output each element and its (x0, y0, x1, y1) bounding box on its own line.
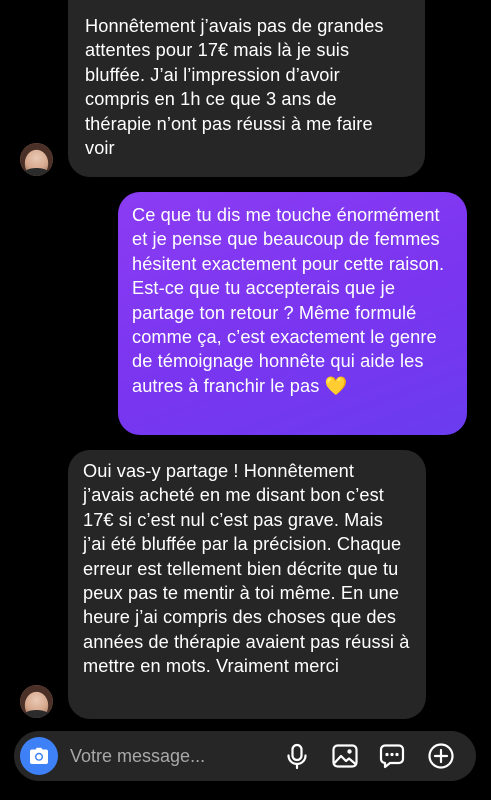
camera-icon (30, 747, 48, 764)
sticker-chat-icon (379, 744, 405, 769)
outgoing-message-bubble[interactable]: Ce que tu dis me touche énormément et je… (118, 192, 467, 435)
incoming-message-bubble[interactable]: Oui vas-y partage ! Honnêtement j’avais … (68, 450, 426, 719)
add-button[interactable] (426, 741, 456, 771)
message-composer (14, 731, 476, 781)
contact-avatar[interactable] (20, 685, 53, 718)
avatar-shirt (24, 168, 49, 176)
contact-avatar[interactable] (20, 143, 53, 176)
incoming-message-bubble[interactable]: Honnêtement j’avais pas de grandes atten… (68, 0, 425, 177)
message-text: Ce que tu dis me touche énormément et je… (132, 205, 445, 396)
avatar-shirt (24, 710, 49, 718)
sticker-button[interactable] (377, 741, 407, 771)
microphone-icon (287, 743, 307, 770)
message-text: Honnêtement j’avais pas de grandes atten… (85, 16, 384, 159)
microphone-button[interactable] (282, 741, 312, 771)
gallery-button[interactable] (330, 741, 360, 771)
plus-circle-icon (428, 743, 454, 769)
camera-button[interactable] (20, 737, 58, 775)
message-thread[interactable]: Honnêtement j’avais pas de grandes atten… (0, 0, 491, 730)
image-gallery-icon (332, 744, 358, 768)
message-input[interactable] (70, 743, 290, 769)
message-text: Oui vas-y partage ! Honnêtement j’avais … (83, 461, 410, 677)
